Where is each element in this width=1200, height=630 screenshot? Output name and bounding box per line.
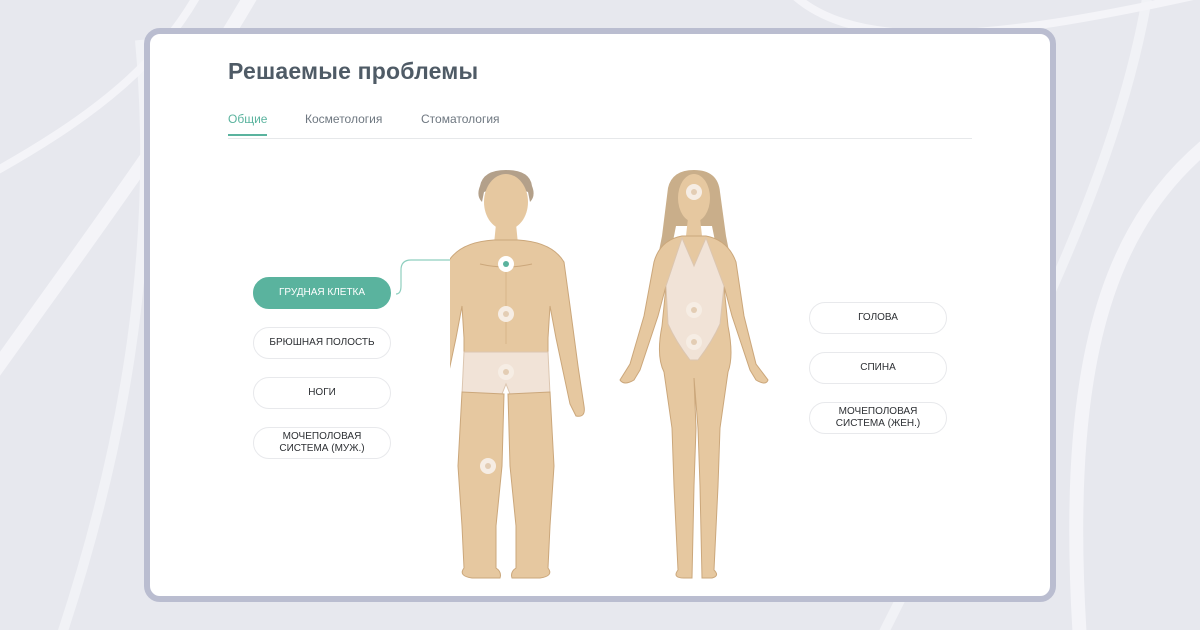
female-figure bbox=[619, 170, 769, 579]
legs-marker-center-icon bbox=[485, 463, 491, 469]
abdomen-marker-center-icon bbox=[503, 311, 509, 317]
zone-abdomen-button[interactable]: Брюшная полость bbox=[253, 327, 391, 359]
zone-head-button[interactable]: Голова bbox=[809, 302, 947, 334]
zone-male-genital-button[interactable]: Мочеполовая система (муж.) bbox=[253, 427, 391, 459]
zone-back-button[interactable]: Спина bbox=[809, 352, 947, 384]
zone-female-genital-button[interactable]: Мочеполовая система (жен.) bbox=[809, 402, 947, 434]
male-genital-marker-center-icon bbox=[503, 369, 509, 375]
female-genital-marker-center-icon bbox=[691, 339, 697, 345]
chest-marker-center-icon bbox=[503, 261, 509, 267]
back-marker-center-icon bbox=[691, 307, 697, 313]
body-figures bbox=[450, 170, 769, 579]
problems-card: Решаемые проблемы Общие Косметология Сто… bbox=[144, 28, 1056, 602]
zone-chest-button[interactable]: Грудная клетка bbox=[253, 277, 391, 309]
head-marker-center-icon bbox=[691, 189, 697, 195]
male-figure bbox=[450, 170, 585, 579]
zone-legs-button[interactable]: Ноги bbox=[253, 377, 391, 409]
